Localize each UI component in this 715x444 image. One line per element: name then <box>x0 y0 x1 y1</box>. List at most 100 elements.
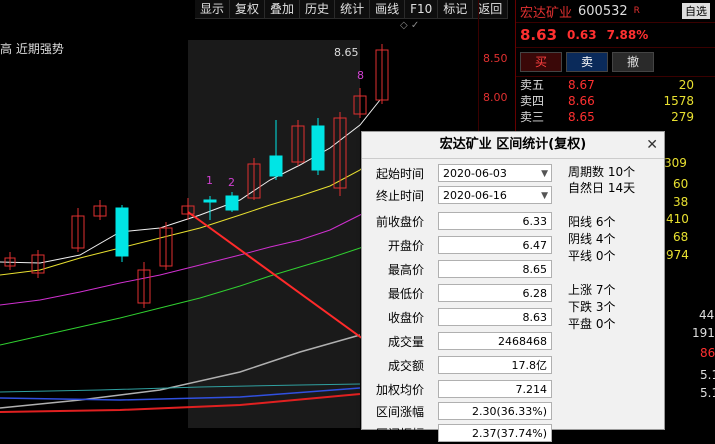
side-value: 410 <box>666 212 689 226</box>
stat-row: 区间涨幅 2.30(36.33%) <box>362 402 562 422</box>
stat-label: 成交额 <box>387 359 424 373</box>
side-value: 5.1 <box>700 368 715 382</box>
end-date-label: 终止时间 <box>375 189 424 203</box>
up-candles: 阳线 6个 <box>568 215 616 229</box>
candles <box>4 44 389 308</box>
candle <box>71 208 85 252</box>
stat-label: 最低价 <box>387 287 424 301</box>
orderbook-label: 卖五 <box>520 78 545 92</box>
stat-value: 2468468 <box>438 332 552 350</box>
cancel-order-button[interactable]: 撤 <box>612 52 654 72</box>
price-tick: 8.00 <box>483 91 508 104</box>
orderbook-row: 卖五 8.67 20 <box>516 77 715 93</box>
orderbook-label: 卖四 <box>520 94 545 108</box>
stat-label: 最高价 <box>387 263 424 277</box>
ma-line-gray <box>0 334 361 409</box>
end-date-value: 2020-06-16 <box>443 189 507 202</box>
stat-label: 区间涨幅 <box>375 405 424 419</box>
candle <box>291 120 305 166</box>
flat-candles: 平线 0个 <box>568 249 616 263</box>
stat-value: 7.214 <box>438 380 552 398</box>
stat-label: 成交量 <box>387 335 424 349</box>
candle <box>203 196 217 220</box>
orderbook: 卖五 8.67 20 卖四 8.66 1578 卖三 8.65 279 <box>516 77 715 125</box>
side-value: 191 <box>692 326 715 340</box>
side-value: 309 <box>664 156 687 170</box>
down-candles: 阴线 4个 <box>568 232 616 246</box>
stat-label: 收盘价 <box>387 311 424 325</box>
candle <box>137 262 151 308</box>
stat-label: 区间振幅 <box>375 427 424 441</box>
price-tick: 8.50 <box>483 52 508 65</box>
ma-line-magenta <box>0 204 381 306</box>
end-date-select[interactable]: 2020-06-16 ▼ <box>438 186 552 204</box>
stat-row: 收盘价 8.63 <box>362 308 562 328</box>
trade-buttons: 买 卖 撤 <box>516 48 715 77</box>
candle <box>93 200 107 220</box>
stock-name: 宏达矿业 <box>520 5 573 21</box>
start-date-select[interactable]: 2020-06-03 ▼ <box>438 164 552 182</box>
side-value: 44 <box>699 308 715 322</box>
price-change-pct: 7.88% <box>606 28 649 42</box>
period-count: 周期数 10个 <box>568 165 636 179</box>
side-value: 68 <box>673 230 689 244</box>
buy-button[interactable]: 买 <box>520 52 562 72</box>
watchlist-button[interactable]: 自选 <box>682 3 710 19</box>
stock-code: 600532 <box>578 3 628 19</box>
stat-row: 前收盘价 6.33 <box>362 212 562 232</box>
start-date-label: 起始时间 <box>375 167 424 181</box>
stat-row: 最低价 6.28 <box>362 284 562 304</box>
sell-button[interactable]: 卖 <box>566 52 608 72</box>
orderbook-row: 卖三 8.65 279 <box>516 109 715 125</box>
badge-8: 8 <box>357 69 364 82</box>
stat-row: 成交额 17.8亿 <box>362 356 562 376</box>
side-value: 5.1 <box>700 386 715 400</box>
orderbook-price: 8.66 <box>568 94 595 108</box>
candle <box>225 192 239 212</box>
stock-header: 宏达矿业 600532 R 自选 <box>516 0 715 23</box>
ma-line-green <box>0 239 381 346</box>
side-value: 974 <box>666 248 689 262</box>
badge-1: 1 <box>206 174 213 187</box>
stat-value: 6.28 <box>438 284 552 302</box>
high-price-label: 8.65 <box>334 46 359 59</box>
side-value: 86 <box>700 346 715 360</box>
stat-row: 成交量 2468468 <box>362 332 562 352</box>
orderbook-volume: 279 <box>671 110 694 124</box>
orderbook-volume: 20 <box>678 78 694 92</box>
orderbook-price: 8.67 <box>568 78 595 92</box>
stat-label: 前收盘价 <box>375 215 424 229</box>
stat-row: 开盘价 6.47 <box>362 236 562 256</box>
stat-value: 2.30(36.33%) <box>438 402 552 420</box>
candle <box>353 88 367 118</box>
chevron-down-icon: ▼ <box>541 191 548 201</box>
candle <box>311 118 325 175</box>
flat-days: 平盘 0个 <box>568 317 616 331</box>
quote-row: 8.63 0.63 7.88% <box>516 23 715 48</box>
candle <box>159 222 173 270</box>
stat-value: 6.33 <box>438 212 552 230</box>
interval-stats-dialog: 宏达矿业 区间统计(复权) ✕ 起始时间 2020-06-03 ▼ 终止时间 2… <box>361 131 665 442</box>
stat-row: 加权均价 7.214 <box>362 380 562 400</box>
stat-label: 开盘价 <box>387 239 424 253</box>
chevron-down-icon: ▼ <box>541 169 548 179</box>
candle <box>115 205 129 262</box>
candle <box>269 120 283 180</box>
stat-value: 8.63 <box>438 308 552 326</box>
current-price: 8.63 <box>520 26 558 44</box>
natural-days: 自然日 14天 <box>568 181 636 195</box>
ma-line-white <box>0 99 381 264</box>
stat-value: 6.47 <box>438 236 552 254</box>
candle <box>4 252 16 270</box>
orderbook-label: 卖三 <box>520 110 545 124</box>
close-icon[interactable]: ✕ <box>646 132 658 158</box>
candle <box>375 44 389 104</box>
stat-label: 加权均价 <box>375 383 424 397</box>
stat-value: 8.65 <box>438 260 552 278</box>
stat-value: 17.8亿 <box>438 356 552 374</box>
dialog-title-bar: 宏达矿业 区间统计(复权) ✕ <box>362 132 664 159</box>
stat-row: 区间振幅 2.37(37.74%) <box>362 424 562 444</box>
side-value: 60 <box>673 177 689 191</box>
dialog-title: 宏达矿业 区间统计(复权) <box>439 137 587 152</box>
price-change: 0.63 <box>567 28 597 42</box>
